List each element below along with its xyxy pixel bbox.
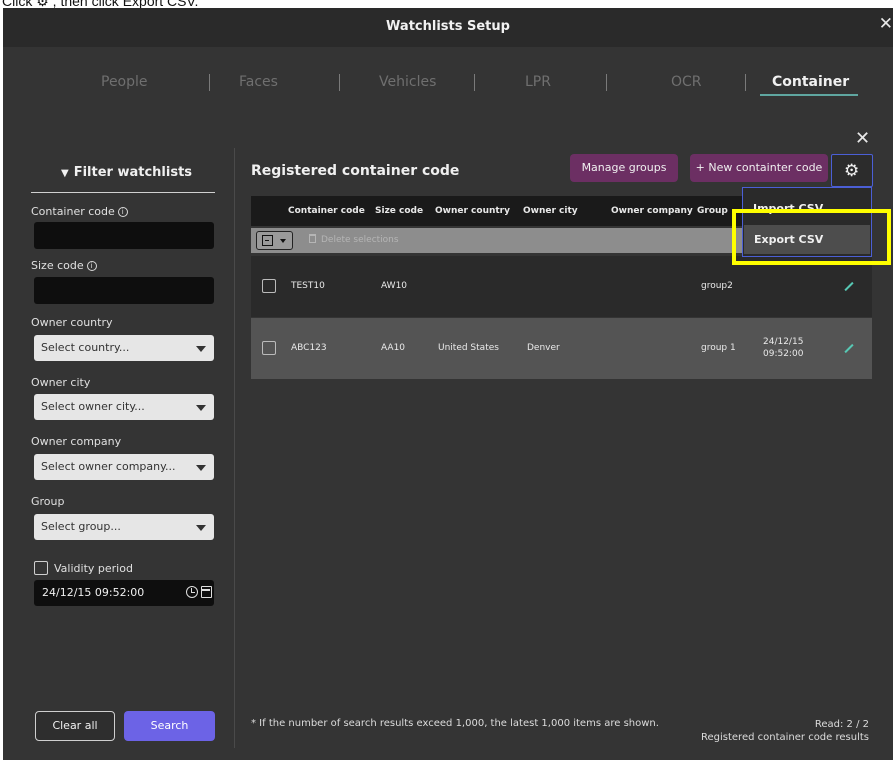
tab-ocr[interactable]: OCR bbox=[671, 74, 702, 90]
tab-lpr[interactable]: LPR bbox=[525, 74, 551, 90]
container-code-label: Container code i bbox=[31, 205, 128, 218]
tab-separator bbox=[606, 74, 607, 91]
column-header[interactable]: Container code bbox=[288, 206, 365, 216]
edit-pencil-icon[interactable] bbox=[844, 281, 854, 292]
container-code-label-text: Container code bbox=[31, 205, 115, 218]
settings-button[interactable]: ⚙ bbox=[831, 154, 873, 187]
calendar-icon[interactable] bbox=[201, 586, 212, 598]
validity-period-checkbox[interactable] bbox=[34, 561, 48, 575]
page-title: Registered container code bbox=[251, 163, 460, 179]
validity-datetime-field[interactable]: 24/12/15 09:52:00 bbox=[34, 580, 214, 606]
gear-icon: ⚙ bbox=[844, 161, 860, 181]
owner-country-label: Owner country bbox=[31, 316, 113, 329]
results-footnote: * If the number of search results exceed… bbox=[251, 718, 659, 729]
cell-owner-city: Denver bbox=[527, 343, 560, 353]
owner-city-select[interactable]: Select owner city... bbox=[34, 394, 214, 420]
tab-separator bbox=[474, 74, 475, 91]
delete-selections-button[interactable]: Delete selections bbox=[309, 234, 399, 245]
window-close-icon[interactable]: ✕ bbox=[879, 14, 893, 34]
cell-time: 09:52:00 bbox=[763, 349, 804, 359]
tab-container[interactable]: Container bbox=[772, 74, 849, 90]
active-tab-indicator bbox=[760, 94, 858, 96]
column-header[interactable]: Group bbox=[697, 206, 728, 216]
cell-container-code: ABC123 bbox=[291, 343, 327, 353]
delete-selections-label: Delete selections bbox=[321, 235, 399, 245]
column-header[interactable]: Owner company bbox=[611, 206, 693, 216]
filter-title-label: Filter watchlists bbox=[73, 165, 193, 180]
title-bar: Watchlists Setup ✕ bbox=[3, 8, 893, 47]
chevron-down-icon bbox=[196, 465, 206, 471]
read-count: Read: 2 / 2 bbox=[814, 719, 869, 730]
manage-groups-button[interactable]: Manage groups bbox=[570, 154, 678, 182]
tab-separator bbox=[745, 74, 746, 91]
tab-faces[interactable]: Faces bbox=[239, 74, 278, 90]
column-header[interactable]: Owner city bbox=[523, 206, 578, 216]
panel-close-icon[interactable]: ✕ bbox=[855, 128, 870, 149]
size-code-label: Size code i bbox=[31, 259, 97, 272]
chevron-down-icon bbox=[196, 525, 206, 531]
clear-all-button[interactable]: Clear all bbox=[35, 711, 115, 741]
export-csv-menu-item[interactable]: Export CSV bbox=[744, 225, 870, 254]
chevron-down-icon bbox=[280, 239, 286, 243]
tab-separator bbox=[339, 74, 340, 91]
new-container-code-button[interactable]: + New containter code bbox=[690, 154, 828, 182]
tab-people[interactable]: People bbox=[101, 74, 148, 90]
chevron-down-icon bbox=[196, 346, 206, 352]
table-row[interactable]: TEST10 AW10 group2 bbox=[251, 256, 872, 317]
group-select[interactable]: Select group... bbox=[34, 514, 214, 540]
clock-icon[interactable] bbox=[186, 586, 198, 598]
filter-divider bbox=[31, 192, 215, 193]
cell-group: group 1 bbox=[701, 343, 736, 353]
owner-city-label: Owner city bbox=[31, 376, 91, 389]
info-icon[interactable]: i bbox=[86, 261, 97, 271]
size-code-label-text: Size code bbox=[31, 259, 84, 272]
column-header[interactable]: Owner country bbox=[435, 206, 510, 216]
select-all-dropdown[interactable] bbox=[256, 231, 293, 250]
owner-country-placeholder: Select country... bbox=[41, 341, 130, 354]
export-csv-label: Export CSV bbox=[754, 233, 824, 246]
edit-pencil-icon[interactable] bbox=[844, 343, 854, 354]
cell-group: group2 bbox=[701, 281, 733, 291]
window-title: Watchlists Setup bbox=[386, 19, 510, 34]
filter-funnel-icon: ▼ bbox=[61, 168, 69, 179]
owner-country-select[interactable]: Select country... bbox=[34, 335, 214, 361]
owner-company-label: Owner company bbox=[31, 435, 122, 448]
info-icon[interactable]: i bbox=[117, 207, 128, 217]
size-code-input[interactable] bbox=[34, 277, 214, 304]
container-code-input[interactable] bbox=[34, 222, 214, 249]
group-label: Group bbox=[31, 495, 65, 508]
search-button[interactable]: Search bbox=[124, 711, 215, 741]
cell-date: 24/12/15 bbox=[763, 337, 804, 347]
read-count-caption: Registered container code results bbox=[701, 732, 869, 743]
validity-period-label: Validity period bbox=[54, 562, 133, 575]
filter-title: ▼ Filter watchlists bbox=[61, 165, 192, 180]
cell-owner-country: United States bbox=[438, 343, 499, 353]
import-csv-menu-item[interactable]: Import CSV bbox=[753, 202, 823, 215]
group-placeholder: Select group... bbox=[41, 520, 121, 533]
sidebar-divider bbox=[234, 148, 235, 748]
cell-container-code: TEST10 bbox=[291, 281, 325, 291]
owner-company-select[interactable]: Select owner company... bbox=[34, 454, 214, 480]
tab-vehicles[interactable]: Vehicles bbox=[379, 74, 436, 90]
column-header[interactable]: Size code bbox=[375, 206, 423, 216]
owner-company-placeholder: Select owner company... bbox=[41, 460, 176, 473]
select-all-checkbox-icon bbox=[262, 235, 273, 246]
table-row[interactable]: ABC123 AA10 United States Denver group 1… bbox=[251, 318, 872, 379]
cell-size-code: AA10 bbox=[381, 343, 406, 353]
cell-size-code: AW10 bbox=[381, 281, 408, 291]
row-checkbox[interactable] bbox=[262, 341, 276, 355]
validity-datetime-value: 24/12/15 09:52:00 bbox=[42, 586, 145, 599]
watchlists-setup-window: Watchlists Setup ✕ People Faces Vehicles… bbox=[3, 8, 893, 760]
row-checkbox[interactable] bbox=[262, 279, 276, 293]
settings-dropdown-menu: Import CSV Export CSV bbox=[742, 187, 872, 257]
tab-separator bbox=[209, 74, 210, 91]
owner-city-placeholder: Select owner city... bbox=[41, 400, 145, 413]
chevron-down-icon bbox=[196, 405, 206, 411]
trash-icon bbox=[309, 234, 316, 243]
